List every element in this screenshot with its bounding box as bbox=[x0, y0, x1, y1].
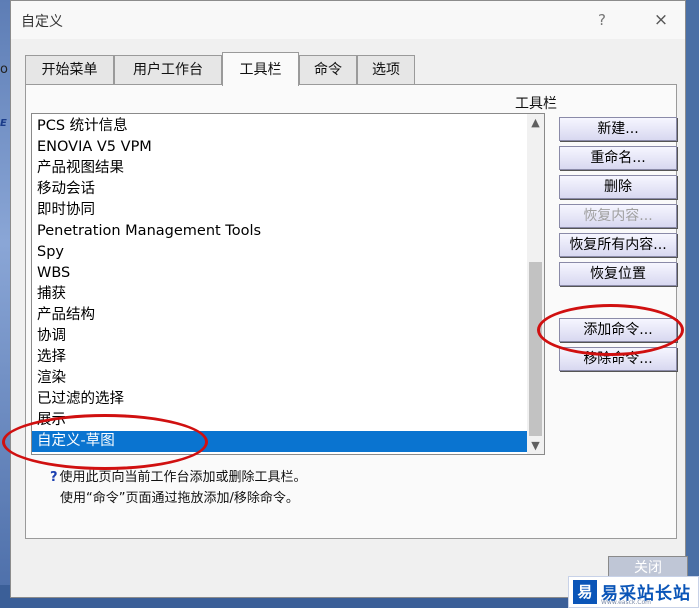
toolbar-list-header: 工具栏 bbox=[515, 96, 557, 112]
list-item[interactable]: 产品结构 bbox=[32, 305, 528, 326]
background-logo-fragment: E bbox=[0, 118, 7, 129]
restore-position-button[interactable]: 恢复位置 bbox=[559, 262, 677, 286]
tab-start-menu[interactable]: 开始菜单 bbox=[25, 55, 114, 85]
restore-all-contents-button[interactable]: 恢复所有内容... bbox=[559, 233, 677, 257]
help-line-2: 使用“命令”页面通过拖放添加/移除命令。 bbox=[60, 491, 299, 506]
list-item[interactable]: 已过滤的选择 bbox=[32, 389, 528, 410]
list-item[interactable]: 渲染 bbox=[32, 368, 528, 389]
list-item[interactable]: PCS 统计信息 bbox=[32, 116, 528, 137]
tab-commands[interactable]: 命令 bbox=[299, 55, 357, 85]
customize-dialog: 自定义 ? × 开始菜单 用户工作台 工具栏 命令 选项 工具栏 PCS 统计信… bbox=[10, 0, 688, 598]
tab-options[interactable]: 选项 bbox=[357, 55, 415, 85]
delete-button[interactable]: 删除 bbox=[559, 175, 677, 199]
tab-toolbars[interactable]: 工具栏 bbox=[222, 52, 299, 86]
list-item[interactable]: 产品视图结果 bbox=[32, 158, 528, 179]
list-scrollbar[interactable]: ▲ ▼ bbox=[527, 114, 544, 454]
watermark-mark-icon: 易 bbox=[573, 580, 597, 604]
help-line-1: 使用此页向当前工作台添加或删除工具栏。 bbox=[59, 470, 307, 485]
scrollbar-thumb[interactable] bbox=[529, 262, 542, 436]
list-item[interactable]: Penetration Management Tools bbox=[32, 221, 528, 242]
list-item[interactable]: 协调 bbox=[32, 326, 528, 347]
scroll-down-icon[interactable]: ▼ bbox=[527, 437, 544, 454]
list-item[interactable]: Spy bbox=[32, 242, 528, 263]
toolbar-list[interactable]: PCS 统计信息 ENOVIA V5 VPM 产品视图结果 移动会话 即时协同 … bbox=[31, 113, 545, 455]
list-item[interactable]: 移动会话 bbox=[32, 179, 528, 200]
title-bar: 自定义 ? × bbox=[11, 1, 685, 39]
help-text: ? 使用此页向当前工作台添加或删除工具栏。 使用“命令”页面通过拖放添加/移除命令… bbox=[50, 467, 307, 509]
scroll-up-icon[interactable]: ▲ bbox=[527, 114, 544, 131]
annotation-ellipse-selected-item bbox=[2, 414, 208, 470]
help-question-icon: ? bbox=[50, 470, 58, 485]
close-icon[interactable]: × bbox=[648, 8, 674, 32]
watermark-logo: 易 易采站长站 Www.easck.Com bbox=[568, 576, 699, 608]
list-item[interactable]: ENOVIA V5 VPM bbox=[32, 137, 528, 158]
tab-user-workbench[interactable]: 用户工作台 bbox=[114, 55, 222, 85]
background-glyph: o bbox=[0, 62, 8, 77]
dialog-title: 自定义 bbox=[21, 14, 63, 30]
list-item[interactable]: 捕获 bbox=[32, 284, 528, 305]
list-item[interactable]: 选择 bbox=[32, 347, 528, 368]
list-item[interactable]: 即时协同 bbox=[32, 200, 528, 221]
watermark-url: Www.easck.Com bbox=[601, 599, 651, 606]
help-button[interactable]: ? bbox=[589, 8, 615, 32]
rename-button[interactable]: 重命名... bbox=[559, 146, 677, 170]
list-item[interactable]: WBS bbox=[32, 263, 528, 284]
new-button[interactable]: 新建... bbox=[559, 117, 677, 141]
restore-contents-button[interactable]: 恢复内容... bbox=[559, 204, 677, 228]
annotation-ellipse-add-commands bbox=[537, 304, 684, 356]
